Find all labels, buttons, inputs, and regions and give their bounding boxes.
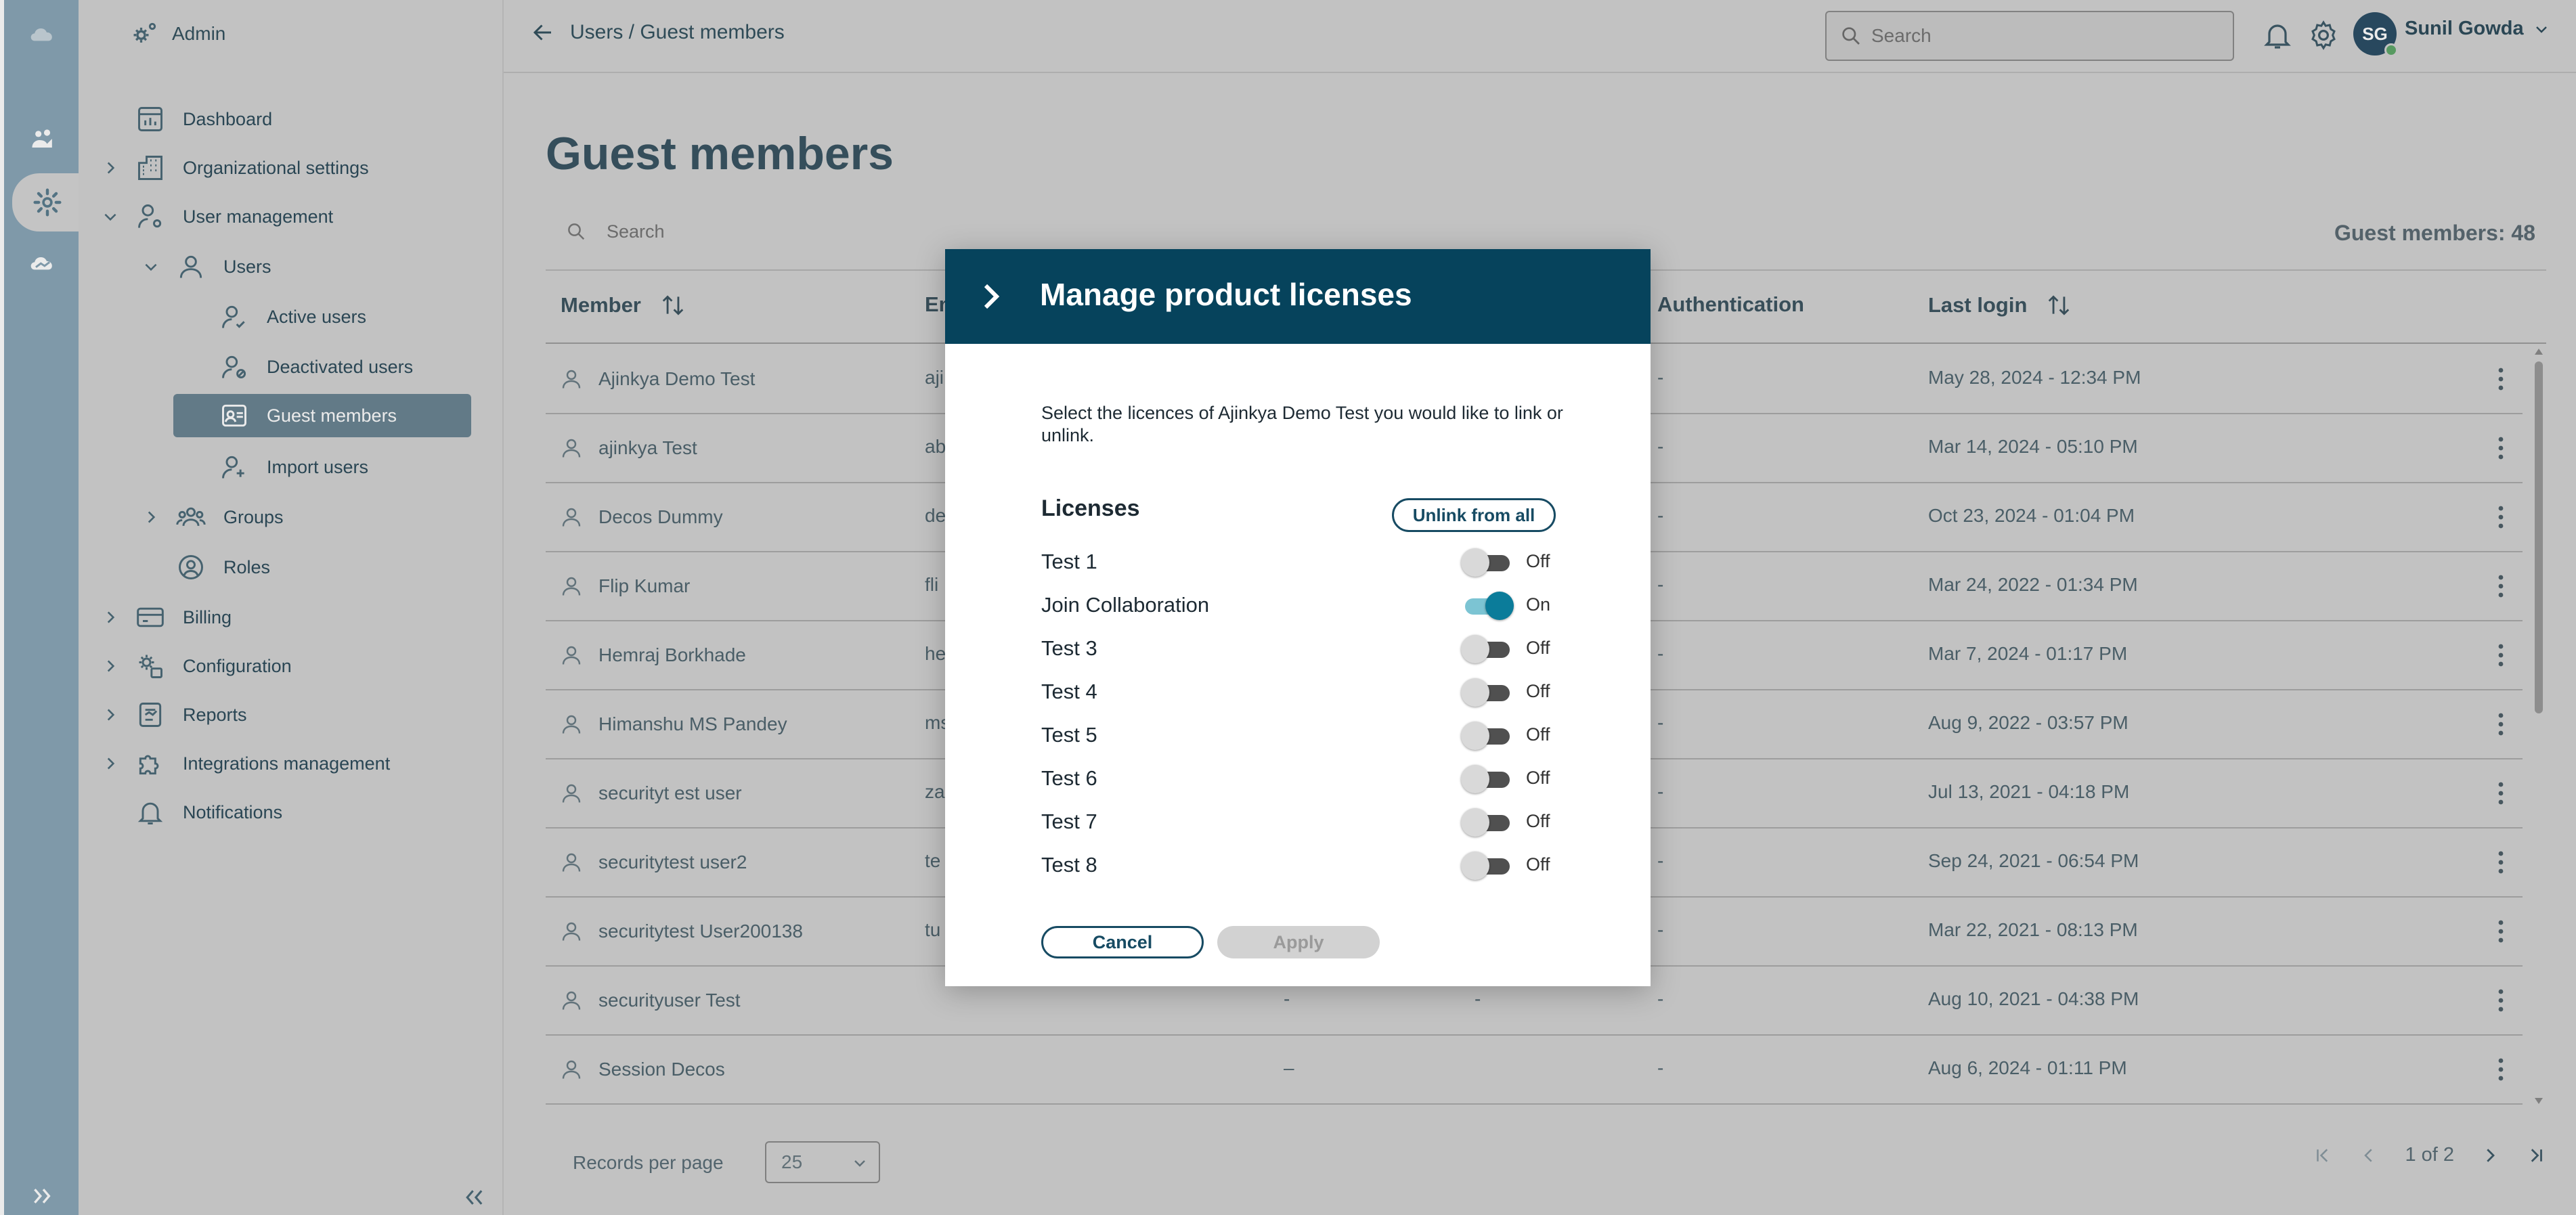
license-name: Test 5 [1041, 723, 1097, 747]
license-toggle[interactable] [1461, 765, 1512, 793]
license-name: Test 3 [1041, 636, 1097, 660]
license-row: Test 5 Off [1041, 715, 1569, 755]
toggle-knob [1461, 635, 1489, 663]
toggle-knob [1461, 722, 1489, 750]
license-toggle[interactable] [1461, 808, 1512, 837]
license-name: Test 8 [1041, 853, 1097, 877]
license-name: Test 6 [1041, 766, 1097, 790]
license-name: Test 1 [1041, 550, 1097, 573]
license-row: Test 8 Off [1041, 845, 1569, 885]
unlink-from-all-button[interactable]: Unlink from all [1392, 498, 1556, 532]
license-row: Test 7 Off [1041, 801, 1569, 842]
license-row: Join Collaboration On [1041, 585, 1569, 625]
license-row: Test 6 Off [1041, 758, 1569, 799]
toggle-state-label: On [1526, 594, 1551, 615]
license-toggle[interactable] [1461, 852, 1512, 880]
toggle-knob [1461, 678, 1489, 707]
toggle-state-label: Off [1526, 681, 1550, 701]
license-row: Test 3 Off [1041, 628, 1569, 669]
manage-licenses-modal: Manage product licenses Select the licen… [945, 249, 1651, 986]
toggle-knob [1461, 808, 1489, 837]
toggle-state-label: Off [1526, 638, 1550, 658]
toggle-state-label: Off [1526, 811, 1550, 831]
modal-header: Manage product licenses [945, 249, 1651, 344]
modal-description: Select the licences of Ajinkya Demo Test… [1041, 403, 1563, 445]
license-toggle[interactable] [1461, 592, 1514, 620]
modal-title: Manage product licenses [1040, 277, 1412, 312]
licenses-heading: Licenses [1041, 495, 1140, 521]
license-name: Test 4 [1041, 680, 1097, 703]
toggle-state-label: Off [1526, 551, 1550, 571]
toggle-knob [1461, 548, 1489, 577]
toggle-state-label: Off [1526, 854, 1550, 875]
license-row: Test 4 Off [1041, 671, 1569, 712]
toggle-state-label: Off [1526, 724, 1550, 745]
license-toggle[interactable] [1461, 722, 1512, 750]
license-toggle[interactable] [1461, 678, 1512, 707]
cancel-button[interactable]: Cancel [1041, 926, 1204, 958]
license-toggle[interactable] [1461, 548, 1512, 577]
toggle-knob [1461, 852, 1489, 880]
license-toggle[interactable] [1461, 635, 1512, 663]
toggle-state-label: Off [1526, 768, 1550, 788]
admin-app: Admin Dashboard Organizational settings … [0, 0, 2576, 1215]
license-name: Test 7 [1041, 810, 1097, 833]
toggle-knob [1461, 765, 1489, 793]
license-name: Join Collaboration [1041, 593, 1210, 617]
toggle-knob [1485, 592, 1514, 620]
license-row: Test 1 Off [1041, 542, 1569, 582]
apply-button[interactable]: Apply [1217, 926, 1380, 958]
chevron-right-icon[interactable] [975, 280, 1007, 313]
